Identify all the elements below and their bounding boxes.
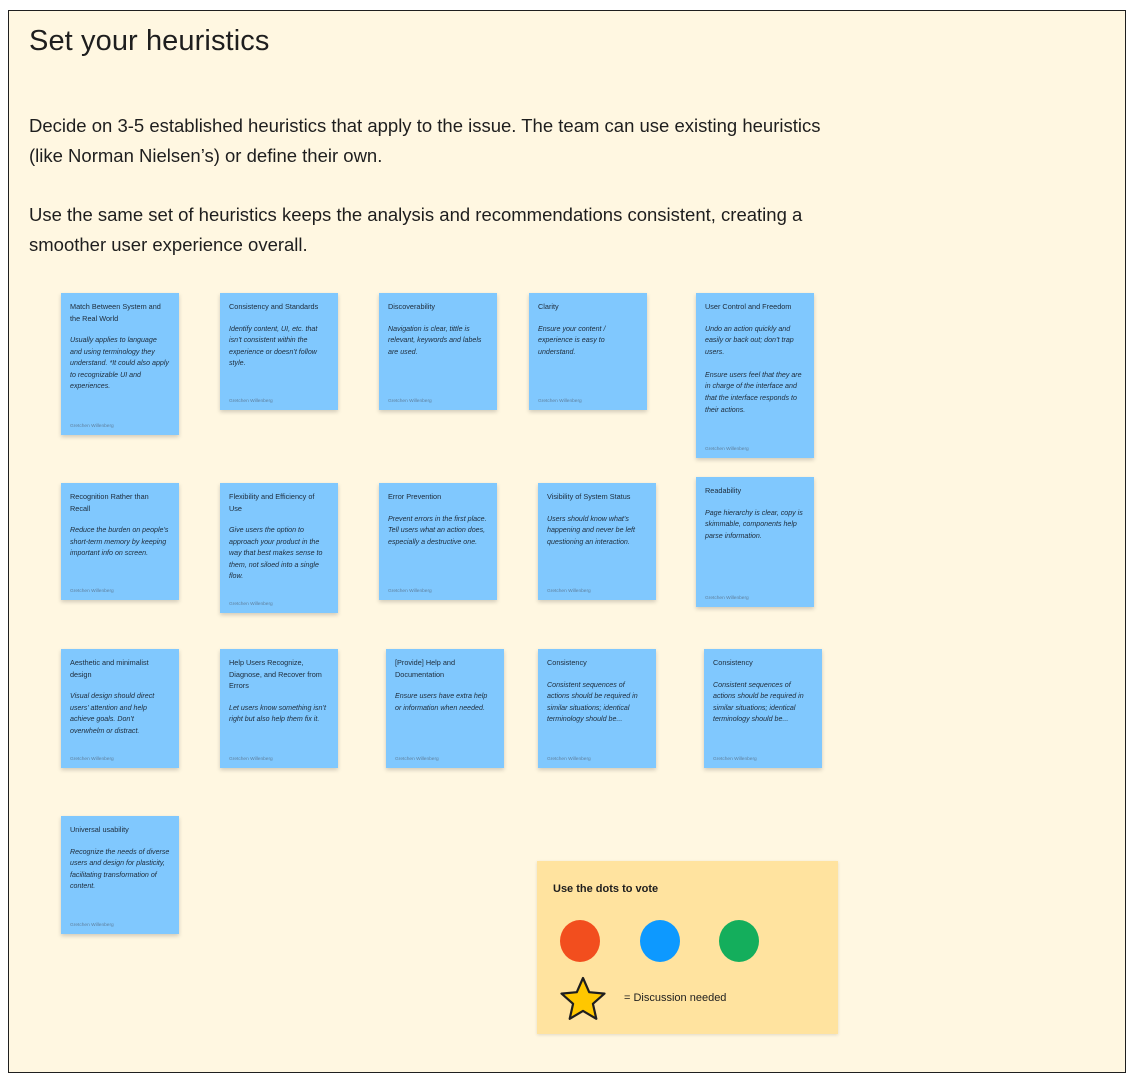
red-vote-dot[interactable]	[560, 920, 600, 962]
sticky-author: Gretchen Willenberg	[547, 589, 591, 594]
sticky-note[interactable]: Consistency and Standards Identify conte…	[220, 293, 338, 410]
sticky-note[interactable]: Readability Page hierarchy is clear, cop…	[696, 477, 814, 607]
sticky-note[interactable]: Help Users Recognize, Diagnose, and Reco…	[220, 649, 338, 768]
sticky-title: Consistency	[547, 658, 587, 667]
sticky-author: Gretchen Willenberg	[713, 757, 757, 762]
sticky-title: Aesthetic and minimalist design	[70, 658, 149, 679]
sticky-body: Prevent errors in the first place. Tell …	[388, 514, 487, 546]
sticky-title: Match Between System and the Real World	[70, 302, 161, 323]
consistency-paragraph: Use the same set of heuristics keeps the…	[29, 204, 803, 255]
sticky-author: Gretchen Willenberg	[70, 757, 114, 762]
sticky-title: [Provide] Help and Documentation	[395, 658, 456, 679]
sticky-author: Gretchen Willenberg	[229, 399, 273, 404]
sticky-note[interactable]: Consistency Consistent sequences of acti…	[538, 649, 656, 768]
sticky-note[interactable]: User Control and Freedom Undo an action …	[696, 293, 814, 458]
vote-title: Use the dots to vote	[553, 883, 659, 895]
sticky-body: Consistent sequences of actions should b…	[713, 680, 804, 724]
sticky-body: Ensure your content / experience is easy…	[538, 324, 606, 356]
sticky-title: Visibility of System Status	[547, 492, 631, 501]
sticky-note[interactable]: Flexibility and Efficiency of Use Give u…	[220, 483, 338, 613]
sticky-author: Gretchen Willenberg	[388, 589, 432, 594]
sticky-author: Gretchen Willenberg	[538, 399, 582, 404]
sticky-body: Visual design should direct users’ atten…	[70, 692, 155, 735]
sticky-author: Gretchen Willenberg	[70, 589, 114, 594]
sticky-author: Gretchen Willenberg	[70, 923, 114, 928]
sticky-note[interactable]: Aesthetic and minimalist design Visual d…	[61, 649, 179, 768]
sticky-title: Error Prevention	[388, 492, 442, 501]
sticky-body: Give users the option to approach your p…	[229, 526, 323, 581]
sticky-body: Users should know what’s happening and n…	[547, 514, 635, 546]
sticky-author: Gretchen Willenberg	[229, 757, 273, 762]
sticky-title: Readability	[705, 486, 742, 495]
sticky-author: Gretchen Willenberg	[705, 596, 749, 601]
sticky-body: Let users know something isn’t right but…	[229, 703, 326, 724]
sticky-body: Ensure users have extra help or informat…	[395, 692, 488, 712]
sticky-title: User Control and Freedom	[705, 302, 792, 311]
sticky-note[interactable]: Consistency Consistent sequences of acti…	[704, 649, 822, 768]
blue-vote-dot[interactable]	[640, 920, 680, 962]
sticky-title: Clarity	[538, 302, 559, 311]
sticky-title: Consistency	[713, 658, 753, 667]
star-shape	[560, 976, 606, 1020]
sticky-author: Gretchen Willenberg	[70, 424, 114, 429]
sticky-body: Consistent sequences of actions should b…	[547, 680, 638, 724]
sticky-note[interactable]: Match Between System and the Real World …	[61, 293, 179, 435]
intro-paragraph: Decide on 3-5 established heuristics tha…	[29, 115, 821, 166]
vote-section: Use the dots to vote = Discussion needed	[537, 861, 838, 1034]
sticky-author: Gretchen Willenberg	[395, 757, 439, 762]
sticky-note[interactable]: Error Prevention Prevent errors in the f…	[379, 483, 497, 600]
sticky-note[interactable]: Universal usability Recognize the needs …	[61, 816, 179, 934]
sticky-title: Help Users Recognize, Diagnose, and Reco…	[229, 658, 322, 690]
sticky-note[interactable]: Recognition Rather than Recall Reduce th…	[61, 483, 179, 600]
discussion-legend: = Discussion needed	[624, 992, 727, 1004]
sticky-author: Gretchen Willenberg	[388, 399, 432, 404]
sticky-author: Gretchen Willenberg	[547, 757, 591, 762]
sticky-author: Gretchen Willenberg	[229, 602, 273, 607]
sticky-note[interactable]: Visibility of System Status Users should…	[538, 483, 656, 600]
green-vote-dot[interactable]	[719, 920, 759, 962]
page-title: Set your heuristics	[29, 25, 270, 57]
sticky-body: Recognize the needs of diverse users and…	[70, 847, 170, 891]
sticky-note[interactable]: Discoverability Navigation is clear, tit…	[379, 293, 497, 410]
sticky-title: Discoverability	[388, 302, 436, 311]
star-icon[interactable]	[558, 975, 608, 1023]
sticky-body: Page hierarchy is clear, copy is skimmab…	[705, 508, 803, 540]
sticky-note[interactable]: [Provide] Help and Documentation Ensure …	[386, 649, 504, 768]
sticky-body: Reduce the burden on people’s short-term…	[70, 526, 169, 558]
sticky-body: Identify content, UI, etc. that isn’t co…	[229, 324, 318, 368]
sticky-title: Recognition Rather than Recall	[70, 492, 149, 513]
sticky-title: Flexibility and Efficiency of Use	[229, 492, 315, 513]
sticky-body: Navigation is clear, tittle is relevant,…	[388, 324, 482, 356]
sticky-note[interactable]: Clarity Ensure your content / experience…	[529, 293, 647, 410]
sticky-body: Undo an action quickly and easily or bac…	[705, 324, 802, 414]
sticky-title: Universal usability	[70, 825, 129, 834]
sticky-title: Consistency and Standards	[229, 302, 319, 311]
figjam-board: Set your heuristics Decide on 3-5 establ…	[8, 10, 1126, 1073]
sticky-body: Usually applies to language and using te…	[70, 336, 169, 391]
sticky-author: Gretchen Willenberg	[705, 447, 749, 452]
